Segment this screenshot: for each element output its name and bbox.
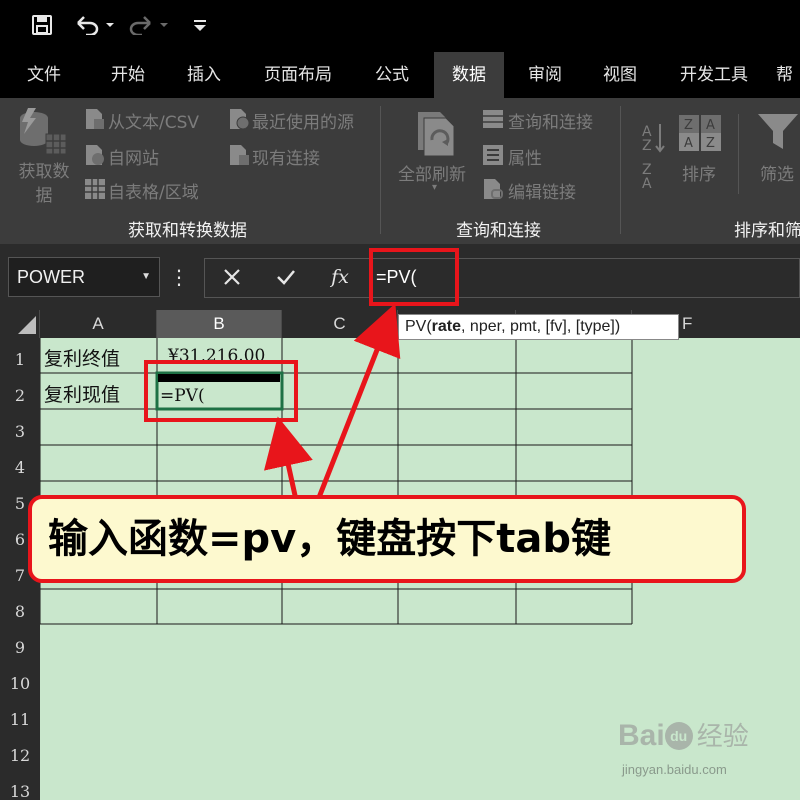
- enter-icon[interactable]: [270, 258, 302, 296]
- row-header-11[interactable]: 11: [0, 710, 40, 729]
- properties-icon: [482, 144, 504, 170]
- sort-button[interactable]: 排序: [682, 160, 716, 185]
- tab-data[interactable]: 数据: [434, 52, 504, 98]
- name-box-value: POWER: [17, 267, 86, 287]
- watermark-brand: Bai: [618, 719, 665, 752]
- from-text-csv-button[interactable]: 从文本/CSV: [108, 108, 199, 133]
- from-web-icon: [84, 144, 104, 170]
- ribbon-separator: [380, 106, 381, 234]
- row-header-1[interactable]: 1: [0, 350, 40, 369]
- recent-sources-button[interactable]: 最近使用的源: [252, 108, 354, 133]
- baidu-watermark: Bai du 经验: [618, 716, 749, 753]
- queries-connections-icon: [482, 108, 504, 134]
- row-header-13[interactable]: 13: [0, 782, 40, 800]
- filter-icon: [756, 112, 800, 156]
- svg-text:A: A: [642, 176, 652, 188]
- recent-sources-icon: [228, 108, 250, 134]
- get-data-icon: [18, 108, 68, 164]
- svg-text:A: A: [706, 118, 715, 133]
- watermark-suffix: 经验: [696, 722, 749, 752]
- svg-text:Z: Z: [642, 138, 652, 154]
- tab-help[interactable]: 帮: [776, 52, 800, 98]
- formula-highlight-box: [369, 248, 459, 306]
- name-box-dropdown-icon[interactable]: ▼: [141, 258, 151, 296]
- svg-text:A: A: [684, 136, 693, 151]
- from-text-csv-icon: [84, 108, 104, 134]
- svg-text:Z: Z: [684, 118, 693, 133]
- existing-connections-icon: [228, 144, 250, 170]
- filter-button[interactable]: 筛选: [760, 160, 794, 185]
- tab-home[interactable]: 开始: [94, 52, 162, 98]
- tooltip-args: , nper, pmt, [fv], [type]): [461, 318, 621, 335]
- edit-links-icon: [482, 178, 504, 204]
- from-table-button[interactable]: 自表格/区域: [108, 178, 199, 203]
- select-all-corner[interactable]: [0, 310, 40, 338]
- watermark-url: jingyan.baidu.com: [622, 762, 727, 777]
- row-header-9[interactable]: 9: [0, 638, 40, 657]
- column-header-b[interactable]: B: [157, 310, 282, 338]
- properties-button[interactable]: 属性: [508, 144, 542, 169]
- from-web-button[interactable]: 自网站: [108, 144, 159, 169]
- tab-file[interactable]: 文件: [10, 52, 78, 98]
- row-header-12[interactable]: 12: [0, 746, 40, 765]
- tooltip-func: PV(: [405, 318, 432, 335]
- ribbon-separator: [620, 106, 621, 234]
- ribbon-data: 获取数 据 从文本/CSV 自网站 自表格/区域 最近使用的源 现有连接 获取和…: [0, 98, 800, 244]
- row-header-10[interactable]: 10: [0, 674, 40, 693]
- group-get-transform-label: 获取和转换数据: [128, 221, 247, 241]
- cancel-icon[interactable]: [216, 258, 248, 296]
- ribbon-separator: [738, 114, 739, 194]
- tab-page-layout[interactable]: 页面布局: [250, 52, 346, 98]
- tab-view[interactable]: 视图: [586, 52, 654, 98]
- tab-insert[interactable]: 插入: [170, 52, 238, 98]
- undo-icon[interactable]: [72, 10, 116, 40]
- column-header-c[interactable]: C: [282, 310, 398, 338]
- ribbon-tabs: 文件 开始 插入 页面布局 公式 数据 审阅 视图 开发工具 帮: [0, 52, 800, 98]
- sort-icon: ZAAZ: [678, 114, 722, 156]
- column-header-a[interactable]: A: [40, 310, 157, 338]
- row-header-8[interactable]: 8: [0, 602, 40, 621]
- sort-az-icon[interactable]: AZZA: [640, 118, 666, 192]
- row-header-2[interactable]: 2: [0, 386, 40, 405]
- customize-toolbar-icon[interactable]: [186, 10, 214, 40]
- refresh-dropdown-icon[interactable]: ▾: [432, 182, 437, 193]
- function-tooltip: PV(rate, nper, pmt, [fv], [type]): [398, 314, 679, 340]
- row-header-4[interactable]: 4: [0, 458, 40, 477]
- queries-connections-button[interactable]: 查询和连接: [508, 108, 593, 133]
- insert-function-icon[interactable]: fx: [324, 258, 356, 296]
- tab-developer[interactable]: 开发工具: [662, 52, 766, 98]
- existing-connections-button[interactable]: 现有连接: [252, 144, 320, 169]
- name-box[interactable]: POWER ▼: [8, 257, 160, 297]
- save-icon[interactable]: [28, 10, 56, 40]
- more-options-icon[interactable]: ⋮: [169, 258, 189, 296]
- instruction-callout: 输入函数=pv，键盘按下tab键: [28, 495, 746, 583]
- get-data-button[interactable]: 获取数 据: [16, 160, 72, 208]
- edit-links-button[interactable]: 编辑链接: [508, 178, 576, 203]
- svg-text:Z: Z: [706, 136, 715, 151]
- cell-a2[interactable]: 复利现值: [44, 380, 120, 407]
- tab-formulas[interactable]: 公式: [358, 52, 426, 98]
- group-sort-label: 排序和筛: [734, 221, 800, 241]
- cell-a1[interactable]: 复利终值: [44, 344, 120, 371]
- quick-access-toolbar: [0, 0, 800, 52]
- group-queries-label: 查询和连接: [456, 221, 541, 241]
- from-table-icon: [84, 178, 106, 204]
- cell-highlight-box: [144, 360, 298, 422]
- refresh-all-icon: [412, 110, 462, 164]
- tooltip-current-arg[interactable]: rate: [432, 318, 461, 335]
- tab-review[interactable]: 审阅: [512, 52, 578, 98]
- redo-icon[interactable]: [126, 10, 170, 40]
- row-header-3[interactable]: 3: [0, 422, 40, 441]
- watermark-paw-icon: du: [664, 722, 693, 750]
